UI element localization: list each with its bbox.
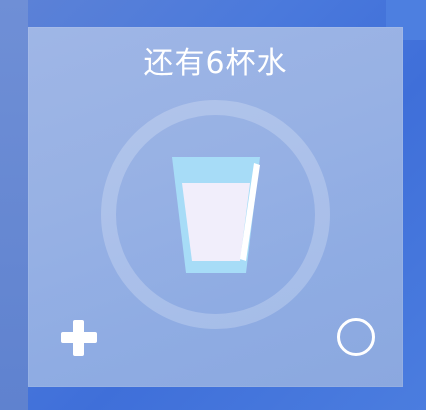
reset-button[interactable] xyxy=(337,318,375,356)
water-reminder-widget: 还有6杯水 xyxy=(28,27,403,387)
add-cup-button[interactable] xyxy=(58,317,100,359)
remaining-cups-title: 还有6杯水 xyxy=(143,46,288,81)
desktop-background-left xyxy=(0,0,28,410)
water-glass-icon xyxy=(172,157,260,273)
